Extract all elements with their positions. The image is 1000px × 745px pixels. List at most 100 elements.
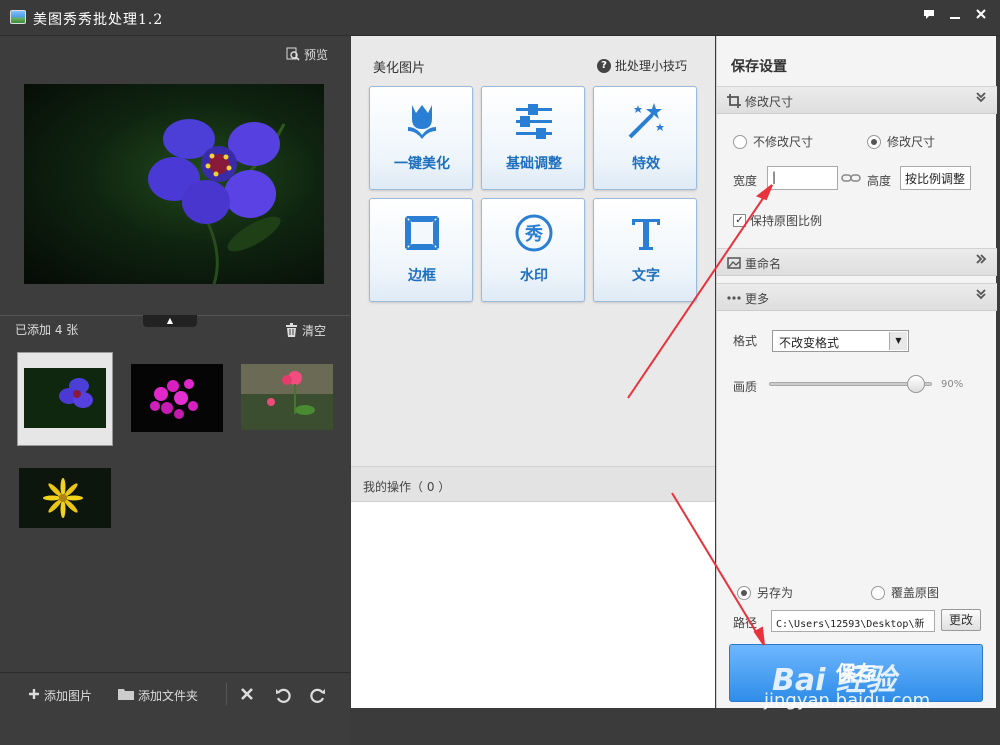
collapse-preview-button[interactable]: ▲ <box>143 315 197 327</box>
link-ratio-icon[interactable] <box>841 172 861 187</box>
format-label: 格式 <box>733 334 758 348</box>
add-folder-label: 添加文件夹 <box>138 689 199 703</box>
app-icon <box>10 10 26 24</box>
folder-icon <box>118 688 134 703</box>
trash-icon <box>285 323 298 340</box>
width-input[interactable]: | <box>767 166 838 190</box>
thumbnail-2[interactable] <box>131 364 223 432</box>
dropdown-arrow-icon: ▼ <box>889 332 907 350</box>
rename-section-header[interactable]: 重命名 <box>717 248 997 276</box>
close-icon[interactable] <box>970 6 992 26</box>
title-bar: 美图秀秀批处理1.2 <box>0 0 1000 36</box>
batch-tips-link[interactable]: ? 批处理小技巧 <box>597 57 687 74</box>
image-list-panel: 预览 ▲ 已添加 4 张 清空 添加图片 添加文件夹 <box>0 36 350 745</box>
save-settings-title: 保存设置 <box>731 59 787 75</box>
watermark-stamp-icon: 秀 <box>514 213 554 253</box>
save-as-label: 另存为 <box>757 586 794 600</box>
format-select[interactable]: 不改变格式 ▼ <box>772 330 909 352</box>
preview-icon <box>286 47 300 61</box>
overwrite-label: 覆盖原图 <box>891 586 940 600</box>
format-value: 不改变格式 <box>779 336 840 350</box>
my-operations-label: 我的操作（ 0 ） <box>363 480 451 494</box>
save-settings-panel: 保存设置 修改尺寸 不修改尺寸 修改尺寸 宽度 | 高度 按比例调整 ✓ 保持原… <box>716 36 997 708</box>
rotate-right-icon <box>310 687 326 706</box>
delete-button[interactable] <box>240 687 254 704</box>
plus-icon <box>28 688 40 703</box>
window-title: 美图秀秀批处理1.2 <box>33 12 164 28</box>
clear-label: 清空 <box>302 324 327 338</box>
left-toolbar: 添加图片 添加文件夹 <box>0 672 350 716</box>
clear-button[interactable]: 清空 <box>285 322 326 340</box>
chevron-double-down-icon <box>975 288 987 304</box>
delete-x-icon <box>240 687 254 704</box>
image-icon <box>727 256 741 270</box>
no-resize-radio[interactable]: 不修改尺寸 <box>733 133 813 150</box>
rotate-right-button[interactable] <box>310 687 326 706</box>
chevron-double-right-icon <box>975 253 987 269</box>
beautify-header: 美化图片 <box>373 61 426 76</box>
added-count: 已添加 4 张 <box>15 323 79 337</box>
operations-list <box>351 502 715 708</box>
quality-slider-thumb[interactable] <box>906 375 925 393</box>
tool-label: 一键美化 <box>394 156 450 172</box>
quality-value: 90% <box>941 379 964 390</box>
more-section-header[interactable]: 更多 <box>717 283 997 311</box>
one-click-beautify-button[interactable]: 一键美化 <box>369 86 473 190</box>
no-resize-label: 不修改尺寸 <box>753 135 814 149</box>
crop-icon <box>727 94 741 108</box>
overwrite-radio[interactable]: 覆盖原图 <box>871 584 939 601</box>
toolbar-separator <box>226 683 227 705</box>
path-input[interactable]: C:\Users\12593\Desktop\新 <box>771 610 935 632</box>
height-label: 高度 <box>867 174 892 188</box>
height-input[interactable]: 按比例调整 <box>900 166 971 190</box>
rotate-left-button[interactable] <box>275 687 291 706</box>
text-button[interactable]: 文字 <box>593 198 697 302</box>
tool-label: 边框 <box>408 268 436 284</box>
minimize-icon[interactable] <box>944 6 966 26</box>
watermark-url: jingyan.baidu.com <box>764 690 931 711</box>
preview-button[interactable]: 预览 <box>286 46 328 63</box>
resize-section-header[interactable]: 修改尺寸 <box>717 86 997 114</box>
keep-ratio-checkbox[interactable]: ✓ 保持原图比例 <box>733 212 822 229</box>
watermark-button[interactable]: 秀 水印 <box>481 198 585 302</box>
check-icon: ✓ <box>733 214 746 227</box>
text-t-icon <box>626 213 666 253</box>
rotate-left-icon <box>275 687 291 706</box>
thumbnail-3[interactable] <box>241 364 333 430</box>
thumbnail-1[interactable] <box>18 353 112 445</box>
tool-label: 特效 <box>632 156 660 172</box>
magic-wand-icon <box>626 101 666 141</box>
svg-text:秀: 秀 <box>524 224 543 245</box>
keep-ratio-label: 保持原图比例 <box>750 214 823 228</box>
preview-label: 预览 <box>304 48 329 62</box>
batch-tips-label: 批处理小技巧 <box>615 59 688 73</box>
frame-button[interactable]: 边框 <box>369 198 473 302</box>
more-dots-icon <box>727 291 741 305</box>
more-section-title: 更多 <box>745 292 770 306</box>
tool-label: 基础调整 <box>506 156 562 172</box>
effects-button[interactable]: 特效 <box>593 86 697 190</box>
path-label: 路径 <box>733 616 758 630</box>
add-image-button[interactable]: 添加图片 <box>28 687 92 704</box>
basic-adjust-button[interactable]: 基础调整 <box>481 86 585 190</box>
add-folder-button[interactable]: 添加文件夹 <box>118 687 198 704</box>
change-path-button[interactable]: 更改 <box>941 609 981 631</box>
chevron-double-down-icon <box>975 91 987 107</box>
resize-section-title: 修改尺寸 <box>745 95 794 109</box>
radio-dot <box>871 585 885 600</box>
resize-label: 修改尺寸 <box>887 135 936 149</box>
help-icon: ? <box>597 58 611 73</box>
width-label: 宽度 <box>733 174 758 188</box>
thumbnail-4[interactable] <box>19 468 111 528</box>
tool-label: 文字 <box>632 268 660 284</box>
radio-dot <box>867 134 881 149</box>
preview-image <box>24 84 324 284</box>
tool-label: 水印 <box>520 268 548 284</box>
rename-section-title: 重命名 <box>745 257 782 271</box>
tulip-icon <box>402 101 442 141</box>
save-as-radio[interactable]: 另存为 <box>737 584 793 601</box>
my-operations-bar: 我的操作（ 0 ） <box>351 466 715 502</box>
frame-icon <box>402 213 442 253</box>
resize-radio[interactable]: 修改尺寸 <box>867 133 935 150</box>
feedback-icon[interactable] <box>918 6 940 26</box>
